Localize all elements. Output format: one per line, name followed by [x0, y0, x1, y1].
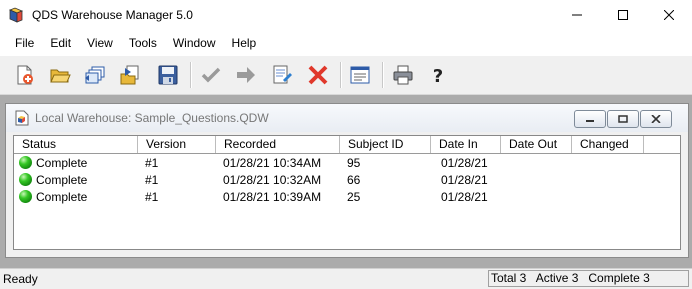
import-icon [120, 65, 139, 85]
help-icon: ? [433, 66, 443, 86]
status-text: Complete [36, 156, 88, 170]
status-text: Complete [36, 173, 88, 187]
help-button[interactable]: ? [425, 62, 451, 88]
status-complete-icon [19, 156, 32, 169]
arrow-right-icon [237, 67, 255, 83]
windows-button[interactable] [82, 62, 108, 88]
windows-icon [85, 66, 105, 84]
column-header-date-in[interactable]: Date In [431, 136, 501, 153]
status-bar: Ready Total 3 Active 3 Complete 3 [0, 268, 692, 289]
date-in-cell: 01/28/21 [441, 156, 488, 170]
record-counts: Total 3 Active 3 Complete 3 [488, 270, 689, 287]
menu-view[interactable]: View [79, 36, 121, 50]
forward-button[interactable] [233, 62, 259, 88]
minimize-button[interactable] [554, 0, 600, 30]
toolbar-separator [190, 62, 192, 88]
recorded-cell: 01/28/21 10:32AM [223, 173, 322, 187]
svg-text:?: ? [433, 66, 443, 86]
column-header-recorded[interactable]: Recorded [216, 136, 340, 153]
print-icon [393, 65, 413, 85]
subject-id-cell: 25 [347, 190, 361, 204]
column-header-changed[interactable]: Changed [572, 136, 644, 153]
toolbar-separator [340, 62, 342, 88]
date-in-cell: 01/28/21 [441, 173, 488, 187]
title-bar: QDS Warehouse Manager 5.0 [0, 0, 692, 30]
column-header-version[interactable]: Version [138, 136, 216, 153]
form-view-icon [350, 66, 370, 84]
document-window: Local Warehouse: Sample_Questions.QDW St… [5, 103, 689, 258]
recorded-cell: 01/28/21 10:34AM [223, 156, 322, 170]
status-cell: Complete [19, 172, 87, 189]
column-header-status[interactable]: Status [14, 136, 138, 153]
form-view-button[interactable] [347, 62, 373, 88]
status-text: Complete [36, 190, 88, 204]
close-icon [651, 115, 661, 123]
subject-id-cell: 66 [347, 173, 361, 187]
new-icon [17, 65, 33, 85]
menu-bar: File Edit View Tools Window Help [0, 30, 692, 56]
document-title-bar: Local Warehouse: Sample_Questions.QDW [6, 104, 688, 132]
column-header-date-out[interactable]: Date Out [501, 136, 572, 153]
delete-button[interactable] [305, 62, 331, 88]
records-table: Status Version Recorded Subject ID Date … [13, 135, 681, 250]
window-title: QDS Warehouse Manager 5.0 [32, 8, 193, 22]
recorded-cell: 01/28/21 10:39AM [223, 190, 322, 204]
edit-document-icon [273, 65, 292, 84]
toolbar: ? [0, 56, 692, 95]
close-button[interactable] [646, 0, 692, 30]
minimize-icon [586, 120, 594, 122]
save-icon [158, 65, 178, 85]
check-icon [201, 67, 221, 83]
subject-id-cell: 95 [347, 156, 361, 170]
warehouse-document-icon [15, 110, 29, 126]
document-title: Local Warehouse: Sample_Questions.QDW [35, 111, 269, 125]
maximize-button[interactable] [600, 0, 646, 30]
open-folder-icon [50, 69, 71, 83]
import-button[interactable] [117, 62, 143, 88]
status-cell: Complete [19, 155, 87, 172]
print-button[interactable] [390, 62, 416, 88]
doc-restore-button[interactable] [607, 110, 639, 128]
table-row[interactable]: Complete #1 01/28/21 10:39AM 25 01/28/21 [14, 189, 680, 206]
record-counts-text: Total 3 Active 3 Complete 3 [491, 271, 650, 285]
menu-edit[interactable]: Edit [42, 36, 79, 50]
date-in-cell: 01/28/21 [441, 190, 488, 204]
restore-icon [618, 115, 628, 123]
menu-file[interactable]: File [7, 36, 42, 50]
open-button[interactable] [47, 62, 73, 88]
status-cell: Complete [19, 189, 87, 206]
version-cell: #1 [145, 190, 159, 204]
delete-x-icon [308, 65, 328, 85]
check-button[interactable] [198, 62, 224, 88]
edit-button[interactable] [269, 62, 295, 88]
save-button[interactable] [155, 62, 181, 88]
version-cell: #1 [145, 156, 159, 170]
toolbar-separator [382, 62, 384, 88]
doc-minimize-button[interactable] [574, 110, 606, 128]
new-button[interactable] [12, 62, 38, 88]
maximize-icon [618, 10, 628, 20]
version-cell: #1 [145, 173, 159, 187]
menu-window[interactable]: Window [165, 36, 224, 50]
menu-tools[interactable]: Tools [121, 36, 165, 50]
status-ready-text: Ready [3, 272, 38, 286]
status-complete-icon [19, 190, 32, 203]
table-header: Status Version Recorded Subject ID Date … [14, 136, 680, 154]
table-row[interactable]: Complete #1 01/28/21 10:34AM 95 01/28/21 [14, 155, 680, 172]
minimize-icon [572, 14, 582, 16]
table-row[interactable]: Complete #1 01/28/21 10:32AM 66 01/28/21 [14, 172, 680, 189]
menu-help[interactable]: Help [224, 36, 265, 50]
doc-close-button[interactable] [640, 110, 672, 128]
column-header-subject-id[interactable]: Subject ID [340, 136, 431, 153]
close-icon [664, 10, 674, 20]
status-complete-icon [19, 173, 32, 186]
app-logo-icon [8, 7, 24, 23]
